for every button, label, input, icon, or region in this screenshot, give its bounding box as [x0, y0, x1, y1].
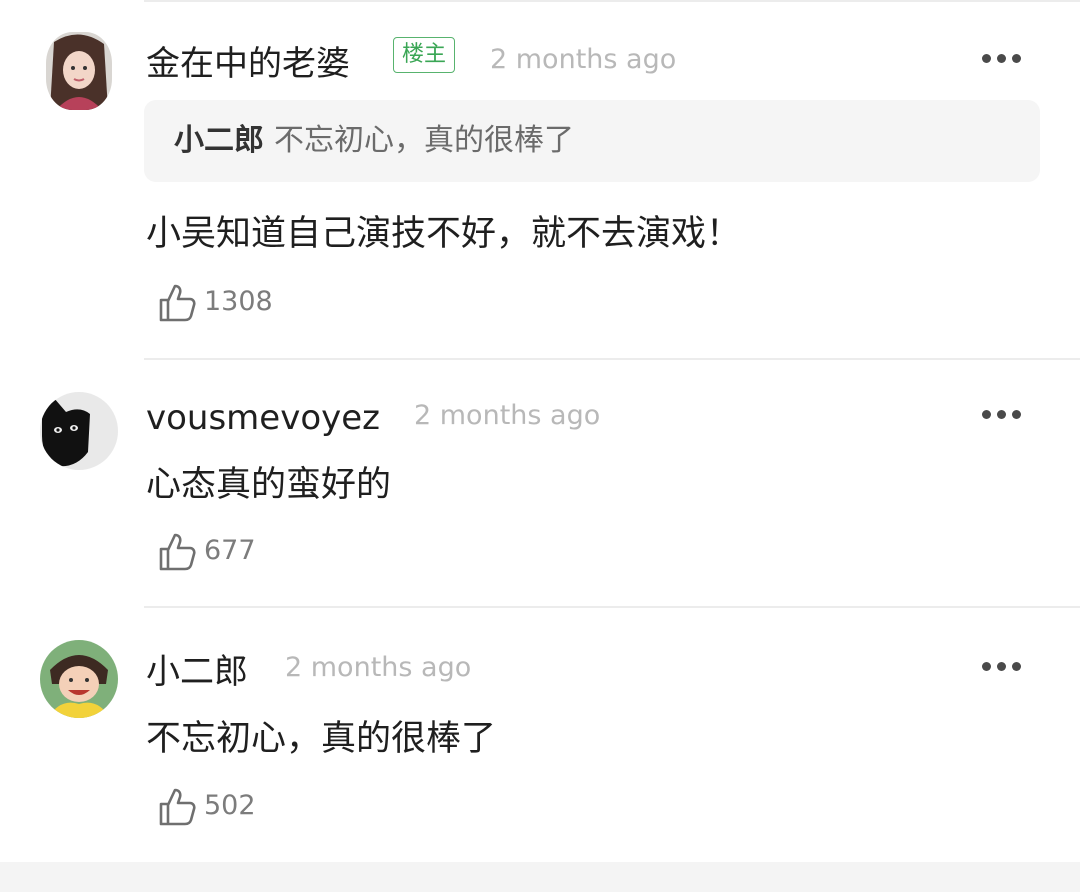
like-count: 677 — [204, 535, 256, 566]
bottom-bar — [0, 862, 1080, 892]
owner-badge: 楼主 — [393, 37, 456, 73]
more-dots-icon[interactable] — [982, 54, 1022, 66]
comment-time: 2 months ago — [414, 400, 601, 431]
comment-text: 心态真的蛮好的 — [146, 465, 392, 505]
comment-time: 2 months ago — [490, 44, 677, 75]
comment-author[interactable]: 金在中的老婆 — [146, 36, 350, 85]
comment-author[interactable]: 小二郎 — [146, 644, 248, 693]
avatar-woman-icon[interactable] — [46, 32, 112, 110]
like-count: 502 — [204, 790, 256, 821]
quoted-author: 小二郎 — [174, 123, 264, 158]
comment-text: 不忘初心，真的很棒了 — [146, 719, 497, 759]
quoted-reply[interactable]: 小二郎 不忘初心，真的很棒了 — [144, 100, 1040, 182]
thumbs-up-icon — [159, 788, 196, 826]
quoted-text: 不忘初心，真的很棒了 — [274, 123, 574, 158]
comment-item: 小二郎 2 months ago 不忘初心，真的很棒了 502 — [0, 608, 1080, 862]
more-dots-icon[interactable] — [982, 410, 1022, 422]
comment-item: 金在中的老婆 楼主 2 months ago 小二郎 不忘初心，真的很棒了 小吴知… — [0, 0, 1080, 360]
comment-text: 小吴知道自己演技不好，就不去演戏！ — [146, 214, 742, 254]
avatar-black-cat-icon[interactable] — [40, 392, 118, 470]
comment-author[interactable]: vousmevoyez — [146, 398, 380, 438]
avatar-smiling-girl-icon[interactable] — [40, 640, 118, 718]
comment-item: vousmevoyez 2 months ago 心态真的蛮好的 677 — [0, 360, 1080, 608]
comment-time: 2 months ago — [285, 652, 472, 683]
more-dots-icon[interactable] — [982, 662, 1022, 674]
thumbs-up-icon — [159, 533, 196, 571]
thumbs-up-icon — [159, 284, 196, 322]
like-count: 1308 — [204, 286, 273, 317]
